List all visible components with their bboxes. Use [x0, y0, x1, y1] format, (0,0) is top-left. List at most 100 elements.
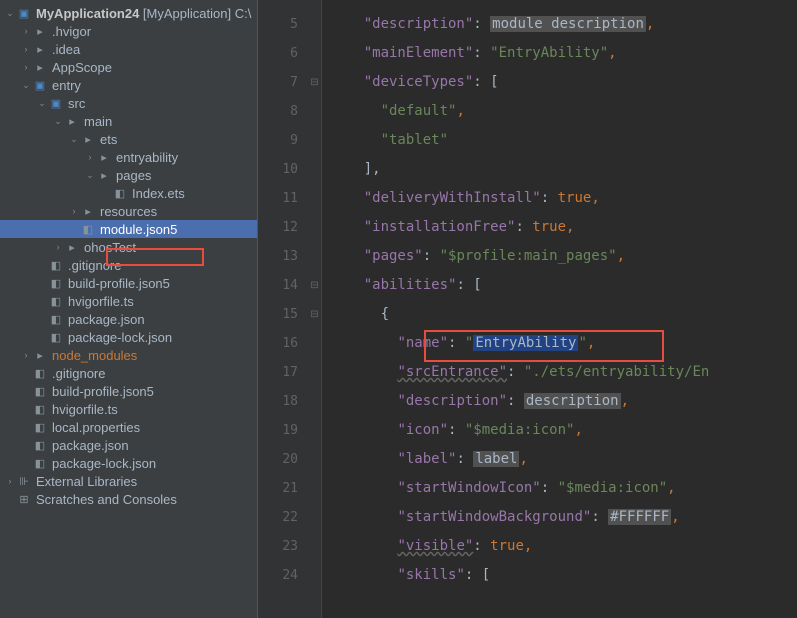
fold-marker[interactable]	[308, 155, 321, 184]
file-icon: ◧	[32, 383, 48, 399]
tree-label: hvigorfile.ts	[68, 294, 253, 309]
tree-highlight-box	[106, 248, 204, 266]
code-editor[interactable]: 56789101112131415161718192021222324 ⊟⊟⊟ …	[258, 0, 797, 618]
fold-marker[interactable]	[308, 416, 321, 445]
tree-item-build-profile-json5[interactable]: ·◧build-profile.json5	[0, 382, 257, 400]
fold-marker[interactable]	[308, 474, 321, 503]
line-number: 10	[258, 155, 308, 184]
line-number: 11	[258, 184, 308, 213]
fold-marker[interactable]	[308, 242, 321, 271]
folder-icon: ▸	[96, 167, 112, 183]
file-icon: ◧	[48, 329, 64, 345]
tree-item-external-libraries[interactable]: ›⊪External Libraries	[0, 472, 257, 490]
code-area[interactable]: "description": module description, "main…	[322, 0, 797, 618]
tree-label: Scratches and Consoles	[36, 492, 253, 507]
fold-marker[interactable]	[308, 97, 321, 126]
fold-marker[interactable]: ⊟	[308, 68, 321, 97]
fold-marker[interactable]	[308, 358, 321, 387]
tree-item-scratches-and-consoles[interactable]: ·⊞Scratches and Consoles	[0, 490, 257, 508]
tree-label: package.json	[68, 312, 253, 327]
lib-icon: ⊪	[16, 473, 32, 489]
tree-item-node-modules[interactable]: ›▸node_modules	[0, 346, 257, 364]
chevron-icon: ⌄	[36, 98, 48, 109]
tree-label: node_modules	[52, 348, 253, 363]
tree-label: ets	[100, 132, 253, 147]
tree-item-hvigorfile-ts[interactable]: ·◧hvigorfile.ts	[0, 292, 257, 310]
line-number: 19	[258, 416, 308, 445]
file-icon: ◧	[48, 257, 64, 273]
fold-marker[interactable]	[308, 126, 321, 155]
fold-marker[interactable]	[308, 503, 321, 532]
tree-item--hvigor[interactable]: ›▸.hvigor	[0, 22, 257, 40]
tree-label: build-profile.json5	[68, 276, 253, 291]
fold-marker[interactable]	[308, 39, 321, 68]
file-icon: ◧	[32, 401, 48, 417]
line-number: 24	[258, 561, 308, 590]
line-number: 15	[258, 300, 308, 329]
tree-item-package-json[interactable]: ·◧package.json	[0, 310, 257, 328]
folder-icon: ▸	[80, 131, 96, 147]
fold-marker[interactable]	[308, 329, 321, 358]
file-icon: ◧	[80, 221, 96, 237]
tree-label: hvigorfile.ts	[52, 402, 253, 417]
tree-label: External Libraries	[36, 474, 253, 489]
line-number: 18	[258, 387, 308, 416]
fold-marker[interactable]: ⊟	[308, 300, 321, 329]
tree-item-package-lock-json[interactable]: ·◧package-lock.json	[0, 454, 257, 472]
chevron-icon: ⌄	[68, 134, 80, 145]
fold-marker[interactable]	[308, 184, 321, 213]
chevron-icon: ⌄	[20, 80, 32, 91]
fold-marker[interactable]: ⊟	[308, 271, 321, 300]
tree-label: build-profile.json5	[52, 384, 253, 399]
file-icon: ◧	[32, 419, 48, 435]
tree-label: .hvigor	[52, 24, 253, 39]
tree-item-module-json5[interactable]: ·◧module.json5	[0, 220, 257, 238]
file-icon: ◧	[32, 365, 48, 381]
fold-marker[interactable]	[308, 387, 321, 416]
fold-marker[interactable]	[308, 213, 321, 242]
tree-root[interactable]: ⌄ ▣ MyApplication24 [MyApplication] C:\	[0, 4, 257, 22]
line-gutter: 56789101112131415161718192021222324	[258, 0, 308, 618]
folder-icon: ▸	[64, 113, 80, 129]
chevron-icon: ›	[20, 26, 32, 36]
tree-item-entryability[interactable]: ›▸entryability	[0, 148, 257, 166]
fold-marker[interactable]	[308, 561, 321, 590]
tree-label: entry	[52, 78, 253, 93]
tree-item--gitignore[interactable]: ·◧.gitignore	[0, 364, 257, 382]
tree-item-pages[interactable]: ⌄▸pages	[0, 166, 257, 184]
tree-item-src[interactable]: ⌄▣src	[0, 94, 257, 112]
tree-item-build-profile-json5[interactable]: ·◧build-profile.json5	[0, 274, 257, 292]
folder-icon: ▸	[80, 203, 96, 219]
tree-item-local-properties[interactable]: ·◧local.properties	[0, 418, 257, 436]
line-number: 21	[258, 474, 308, 503]
folder-blue-icon: ▣	[32, 77, 48, 93]
chevron-icon: ⌄	[84, 170, 96, 181]
tree-label: resources	[100, 204, 253, 219]
file-icon: ◧	[48, 275, 64, 291]
tree-item-resources[interactable]: ›▸resources	[0, 202, 257, 220]
line-number: 5	[258, 10, 308, 39]
tree-label: src	[68, 96, 253, 111]
tree-item-appscope[interactable]: ›▸AppScope	[0, 58, 257, 76]
tree-item--idea[interactable]: ›▸.idea	[0, 40, 257, 58]
chevron-icon: ⌄	[52, 116, 64, 127]
tree-item-main[interactable]: ⌄▸main	[0, 112, 257, 130]
tree-item-package-json[interactable]: ·◧package.json	[0, 436, 257, 454]
file-icon: ◧	[48, 311, 64, 327]
fold-marker[interactable]	[308, 10, 321, 39]
line-number: 8	[258, 97, 308, 126]
project-tree[interactable]: ⌄ ▣ MyApplication24 [MyApplication] C:\ …	[0, 0, 258, 618]
tree-item-ets[interactable]: ⌄▸ ets	[0, 130, 257, 148]
code-highlight-box	[424, 330, 664, 362]
line-number: 12	[258, 213, 308, 242]
fold-marker[interactable]	[308, 445, 321, 474]
fold-marker[interactable]	[308, 532, 321, 561]
fold-column: ⊟⊟⊟	[308, 0, 322, 618]
chevron-icon: ›	[52, 242, 64, 252]
tree-item-index-ets[interactable]: ·◧Index.ets	[0, 184, 257, 202]
chevron-icon: ›	[20, 44, 32, 54]
tree-item-hvigorfile-ts[interactable]: ·◧hvigorfile.ts	[0, 400, 257, 418]
tree-item-package-lock-json[interactable]: ·◧package-lock.json	[0, 328, 257, 346]
tree-item-entry[interactable]: ⌄▣ entry	[0, 76, 257, 94]
chevron-icon: ›	[20, 62, 32, 72]
